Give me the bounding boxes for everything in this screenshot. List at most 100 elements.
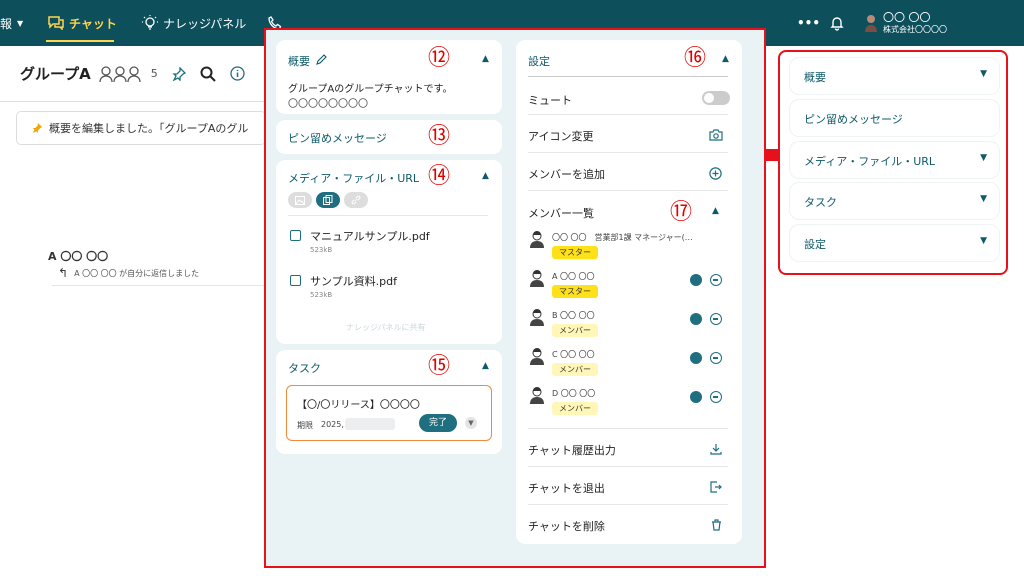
overview-title: 概要 — [288, 55, 310, 68]
user-menu[interactable]: 〇〇 〇〇 株式会社〇〇〇〇 — [864, 0, 947, 46]
mute-toggle[interactable] — [702, 91, 730, 105]
message-reply[interactable]: ↰ A 〇〇 〇〇 が自分に返信しました — [58, 266, 199, 280]
more-icon: ••• — [797, 16, 821, 30]
divider — [528, 114, 728, 115]
right-card-settings[interactable]: 設定 ▼ — [790, 225, 999, 261]
right-card-overview[interactable]: 概要 ▼ — [790, 58, 999, 94]
file-checkbox[interactable] — [290, 230, 301, 241]
share-to-knowledge-button[interactable]: ナレッジパネルに共有 — [346, 322, 426, 333]
overview-text: グループAのグループチャットです。 — [288, 84, 453, 95]
expand-task-button[interactable]: ▼ — [465, 417, 477, 429]
notice-text: 概要を編集しました。「グループAのグル — [49, 122, 249, 135]
message-sender: A 〇〇 〇〇 — [48, 250, 109, 263]
chevron-up-icon[interactable]: ▲ — [482, 361, 489, 371]
task-item[interactable]: 【〇/〇リリース】〇〇〇〇 期限 2025, 完了 ▼ — [286, 385, 492, 441]
chevron-down-icon[interactable]: ▼ — [980, 69, 987, 79]
chevron-up-icon[interactable]: ▲ — [482, 171, 489, 181]
right-card-media[interactable]: メディア・ファイル・URL ▼ — [790, 142, 999, 178]
chevron-down-icon[interactable]: ▼ — [980, 194, 987, 204]
user-company: 株式会社〇〇〇〇 — [883, 25, 947, 34]
bell-icon — [830, 17, 844, 31]
right-card-pinned[interactable]: ピン留めメッセージ — [790, 100, 999, 136]
role-badge: メンバー — [552, 363, 598, 376]
member-name: A 〇〇 〇〇 — [552, 272, 595, 281]
member-name: B 〇〇 〇〇 — [552, 311, 595, 320]
chevron-up-icon[interactable]: ▲ — [722, 54, 729, 64]
chevron-up-icon[interactable]: ▲ — [482, 54, 489, 64]
tab-knowledge-panel[interactable]: ナレッジパネル — [142, 0, 246, 46]
marker-15: ⑮ — [428, 354, 451, 379]
right-card-label: メディア・ファイル・URL — [804, 155, 936, 168]
right-card-task[interactable]: タスク ▼ — [790, 183, 999, 219]
tab-chat-label: チャット — [69, 16, 117, 31]
notice-bar[interactable]: 概要を編集しました。「グループAのグル — [16, 111, 266, 145]
trash-icon[interactable] — [711, 519, 722, 531]
members-icon[interactable] — [99, 65, 143, 83]
task-name: 【〇/〇リリース】〇〇〇〇 — [297, 400, 420, 411]
right-card-label: 概要 — [804, 71, 826, 84]
marker-12: ⑫ — [428, 46, 451, 71]
divider — [528, 504, 728, 505]
pin-icon — [32, 122, 43, 134]
phone-icon[interactable] — [690, 274, 702, 286]
file-checkbox[interactable] — [290, 275, 301, 286]
chat-header: グループA 5 — [0, 46, 264, 102]
camera-icon[interactable] — [709, 129, 723, 141]
chevron-up-icon[interactable]: ▲ — [712, 206, 719, 216]
complete-button[interactable]: 完了 — [419, 414, 457, 432]
delete-chat-label[interactable]: チャットを削除 — [528, 518, 605, 534]
avatar — [530, 309, 544, 326]
right-card-label: ピン留めメッセージ — [804, 113, 903, 126]
task-title: タスク — [288, 362, 321, 375]
right-card-label: 設定 — [804, 238, 826, 251]
divider — [52, 285, 264, 286]
file-name[interactable]: マニュアルサンプル.pdf — [310, 228, 430, 244]
url-filter-button[interactable] — [344, 192, 368, 208]
exit-icon[interactable] — [710, 481, 722, 493]
pin-icon[interactable] — [172, 66, 186, 81]
remove-member-icon[interactable] — [710, 274, 722, 286]
member-count: 5 — [150, 67, 158, 80]
overview-card: 概要 ⑫ ▲ グループAのグループチャットです。 〇〇〇〇〇〇〇〇 — [276, 40, 502, 114]
leave-chat-label[interactable]: チャットを退出 — [528, 480, 605, 496]
member-list-title: メンバー一覧 — [528, 207, 594, 220]
marker-13: ⑬ — [428, 124, 451, 149]
expanded-panel: 概要 ⑫ ▲ グループAのグループチャットです。 〇〇〇〇〇〇〇〇 ピン留めメッ… — [264, 28, 766, 568]
marker-17: ⑰ — [670, 200, 693, 225]
more-menu-button[interactable]: ••• — [797, 0, 820, 46]
blurred-date — [345, 418, 395, 430]
link-icon — [351, 195, 361, 205]
search-icon[interactable] — [200, 66, 216, 82]
file-filter-button[interactable] — [316, 192, 340, 208]
chevron-down-icon[interactable]: ▼ — [980, 236, 987, 246]
download-icon[interactable] — [710, 443, 722, 455]
phone-icon[interactable] — [690, 352, 702, 364]
role-badge: メンバー — [552, 324, 598, 337]
chevron-down-icon[interactable]: ▼ — [980, 153, 987, 163]
export-label[interactable]: チャット履歴出力 — [528, 442, 616, 458]
remove-member-icon[interactable] — [710, 391, 722, 403]
tab-info-label: 報 — [0, 16, 13, 31]
settings-card: 設定 ⑯ ▲ ミュート アイコン変更 メンバーを追加 メンバー一覧 ⑰ ▲ 〇〇… — [516, 40, 742, 544]
pinned-card[interactable]: ピン留めメッセージ ⑬ — [276, 120, 502, 154]
deadline-label: 期限 — [297, 421, 313, 430]
info-icon[interactable] — [230, 66, 245, 81]
plus-circle-icon[interactable] — [709, 167, 722, 180]
media-card: メディア・ファイル・URL ⑭ ▲ マニュアルサンプル.pdf 523kB サン… — [276, 160, 502, 344]
divider — [528, 466, 728, 467]
phone-icon[interactable] — [690, 313, 702, 325]
remove-member-icon[interactable] — [710, 352, 722, 364]
add-member-label: メンバーを追加 — [528, 168, 605, 181]
media-title: メディア・ファイル・URL — [288, 172, 420, 185]
notification-button[interactable] — [829, 0, 845, 46]
file-name[interactable]: サンプル資料.pdf — [310, 273, 397, 289]
phone-icon[interactable] — [690, 391, 702, 403]
image-filter-button[interactable] — [288, 192, 312, 208]
overview-text-2: 〇〇〇〇〇〇〇〇 — [288, 99, 368, 110]
edit-icon[interactable] — [316, 54, 327, 65]
remove-member-icon[interactable] — [710, 313, 722, 325]
tab-knowledge-label: ナレッジパネル — [163, 16, 247, 31]
right-card-label: タスク — [804, 196, 837, 209]
tab-info-partial[interactable]: 報 ▼ — [0, 0, 23, 46]
right-side-panel: 概要 ▼ ピン留めメッセージ メディア・ファイル・URL ▼ タスク ▼ 設定 … — [778, 50, 1008, 275]
